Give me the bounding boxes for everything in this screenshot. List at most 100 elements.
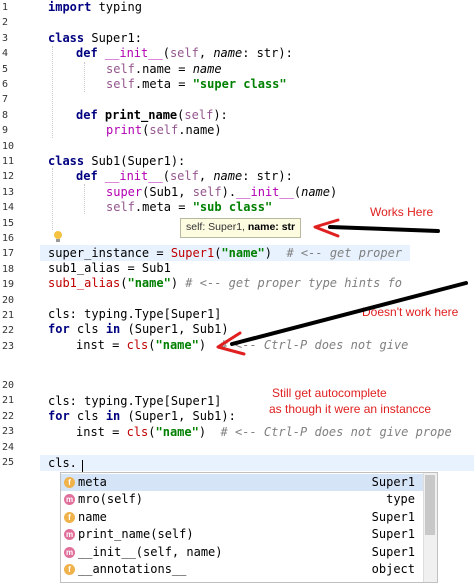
code-text: ): [264, 246, 287, 260]
code-line-12[interactable]: def __init__(self, name: str):: [76, 169, 293, 184]
line-number: 22: [2, 410, 15, 422]
code-line-1[interactable]: import typing: [48, 0, 142, 15]
code-line-5[interactable]: self.name = name: [106, 62, 222, 77]
line-number: 15: [2, 217, 15, 229]
code-line-8[interactable]: def print_name(self):: [76, 108, 228, 123]
string-literal: "sub class": [192, 200, 273, 214]
string-literal: "super class": [192, 77, 287, 91]
code-line-23[interactable]: inst = cls("name") # <-- Ctrl-P does not…: [76, 425, 452, 440]
self-token: self: [169, 169, 199, 183]
scrollbar-thumb[interactable]: [425, 475, 435, 535]
line-number: 22: [2, 325, 15, 337]
code-line-6[interactable]: self.meta = "super class": [106, 77, 287, 92]
code-text: ):: [213, 108, 228, 122]
code-text: ): [198, 425, 221, 439]
line-number: 23: [2, 340, 15, 352]
code-line-22[interactable]: for cls in (Super1, Sub1):: [48, 409, 236, 424]
line-number: 21: [2, 395, 15, 407]
code-line-21[interactable]: cls: typing.Type[Super1]: [48, 394, 221, 409]
code-line-17[interactable]: super_instance = Super1("name") # <-- ge…: [48, 246, 402, 261]
autocomplete-item-type: Super1: [371, 509, 415, 524]
cls-call: cls: [126, 338, 149, 352]
indent-guide: [84, 184, 85, 214]
code-line-22[interactable]: for cls in (Super1, Sub1): [48, 322, 229, 337]
line-number: 12: [2, 171, 15, 183]
line-number: 20: [2, 380, 15, 391]
code-text: ): [330, 185, 338, 199]
line-number: 25: [2, 457, 15, 468]
code-line-14[interactable]: self.meta = "sub class": [106, 200, 272, 215]
self-token: self: [149, 123, 179, 137]
code-text: Sub1(Super1):: [84, 154, 186, 168]
line-number: 4: [2, 48, 9, 60]
code-text: ,: [198, 46, 214, 60]
autocomplete-item[interactable]: f __annotations__ object: [61, 561, 423, 578]
self-token: self: [169, 46, 199, 60]
self-token: self: [106, 77, 135, 91]
string-literal: "name": [127, 276, 171, 290]
code-text: .name =: [134, 62, 193, 76]
keyword: import: [48, 0, 92, 14]
code-text: (: [293, 185, 302, 199]
comment: # <-- Ctrl-P does not give: [220, 338, 409, 352]
code-text: cls.: [48, 456, 77, 470]
param-name: name: [301, 185, 330, 199]
code-text: .meta =: [134, 77, 193, 91]
line-number: 24: [2, 441, 15, 453]
line-number: 19: [2, 279, 15, 291]
line-number: 14: [2, 202, 15, 214]
annotation-works-here: Works Here: [370, 205, 434, 219]
code-text: (Sub1,: [142, 185, 193, 199]
code-text: : str):: [242, 169, 293, 183]
line-number: 18: [2, 263, 15, 275]
autocomplete-popup[interactable]: f meta Super1 m mro(self) type f name Super1 m pri…: [60, 472, 438, 583]
autocomplete-item-name: __annotations__: [78, 562, 187, 576]
line-number: 7: [2, 94, 9, 106]
lightbulb-icon[interactable]: [53, 230, 63, 244]
code-line-11[interactable]: class Sub1(Super1):: [48, 154, 185, 169]
indent-guide: [84, 62, 85, 92]
method-icon: m: [64, 546, 75, 558]
code-text: .meta =: [134, 200, 193, 214]
method-name: print_name: [97, 108, 178, 122]
autocomplete-item-name: meta: [78, 475, 107, 489]
autocomplete-item[interactable]: f meta Super1: [61, 474, 423, 492]
method-icon: m: [64, 529, 75, 541]
line-number: 11: [2, 156, 15, 167]
code-line-18[interactable]: sub1_alias = Sub1: [48, 261, 171, 276]
self-token: self: [106, 62, 135, 76]
code-line-9[interactable]: print(self.name): [106, 123, 222, 138]
code-line-19[interactable]: sub1_alias("name") # <-- get proper type…: [48, 276, 402, 291]
line-number: 16: [2, 233, 15, 244]
autocomplete-item-name: mro(self): [78, 492, 144, 507]
annotation-doesnt-work: Doesn't work here: [362, 305, 459, 319]
code-text: ): [170, 276, 186, 290]
code-line-23[interactable]: inst = cls("name") # <-- Ctrl-P does not…: [76, 338, 408, 353]
param-name: name: [192, 62, 222, 76]
param-name: name: [213, 169, 243, 183]
code-text: .name): [178, 123, 222, 137]
line-number: 10: [2, 140, 15, 152]
tooltip-bold-text: name: str: [247, 221, 296, 233]
autocomplete-item[interactable]: m __init__(self, name) Super1: [61, 544, 423, 561]
comment: # <-- get proper type hints fo: [185, 276, 403, 290]
line-number: 1: [2, 2, 9, 13]
code-line-13[interactable]: super(Sub1, self).__init__(name): [106, 185, 337, 200]
code-text: (: [148, 425, 156, 439]
keyword: class: [48, 154, 85, 168]
code-line-4[interactable]: def __init__(self, name: str):: [76, 46, 293, 61]
code-line-25[interactable]: cls.: [48, 456, 77, 471]
autocomplete-item[interactable]: f name Super1: [61, 509, 423, 526]
code-text: (: [148, 338, 156, 352]
autocomplete-item[interactable]: m mro(self) type: [61, 491, 423, 508]
autocomplete-scrollbar[interactable]: [423, 473, 437, 582]
line-number: 5: [2, 63, 9, 75]
autocomplete-item[interactable]: m print_name(self) Super1: [61, 526, 423, 543]
builtin: super: [106, 185, 143, 199]
method-name: __init__: [97, 169, 163, 183]
code-text: cls: typing.Type[Super1]: [48, 307, 222, 321]
line-number: 3: [2, 32, 9, 44]
code-line-3[interactable]: class Super1:: [48, 31, 142, 46]
line-number: 2: [2, 17, 9, 29]
code-line-21[interactable]: cls: typing.Type[Super1]: [48, 307, 221, 322]
